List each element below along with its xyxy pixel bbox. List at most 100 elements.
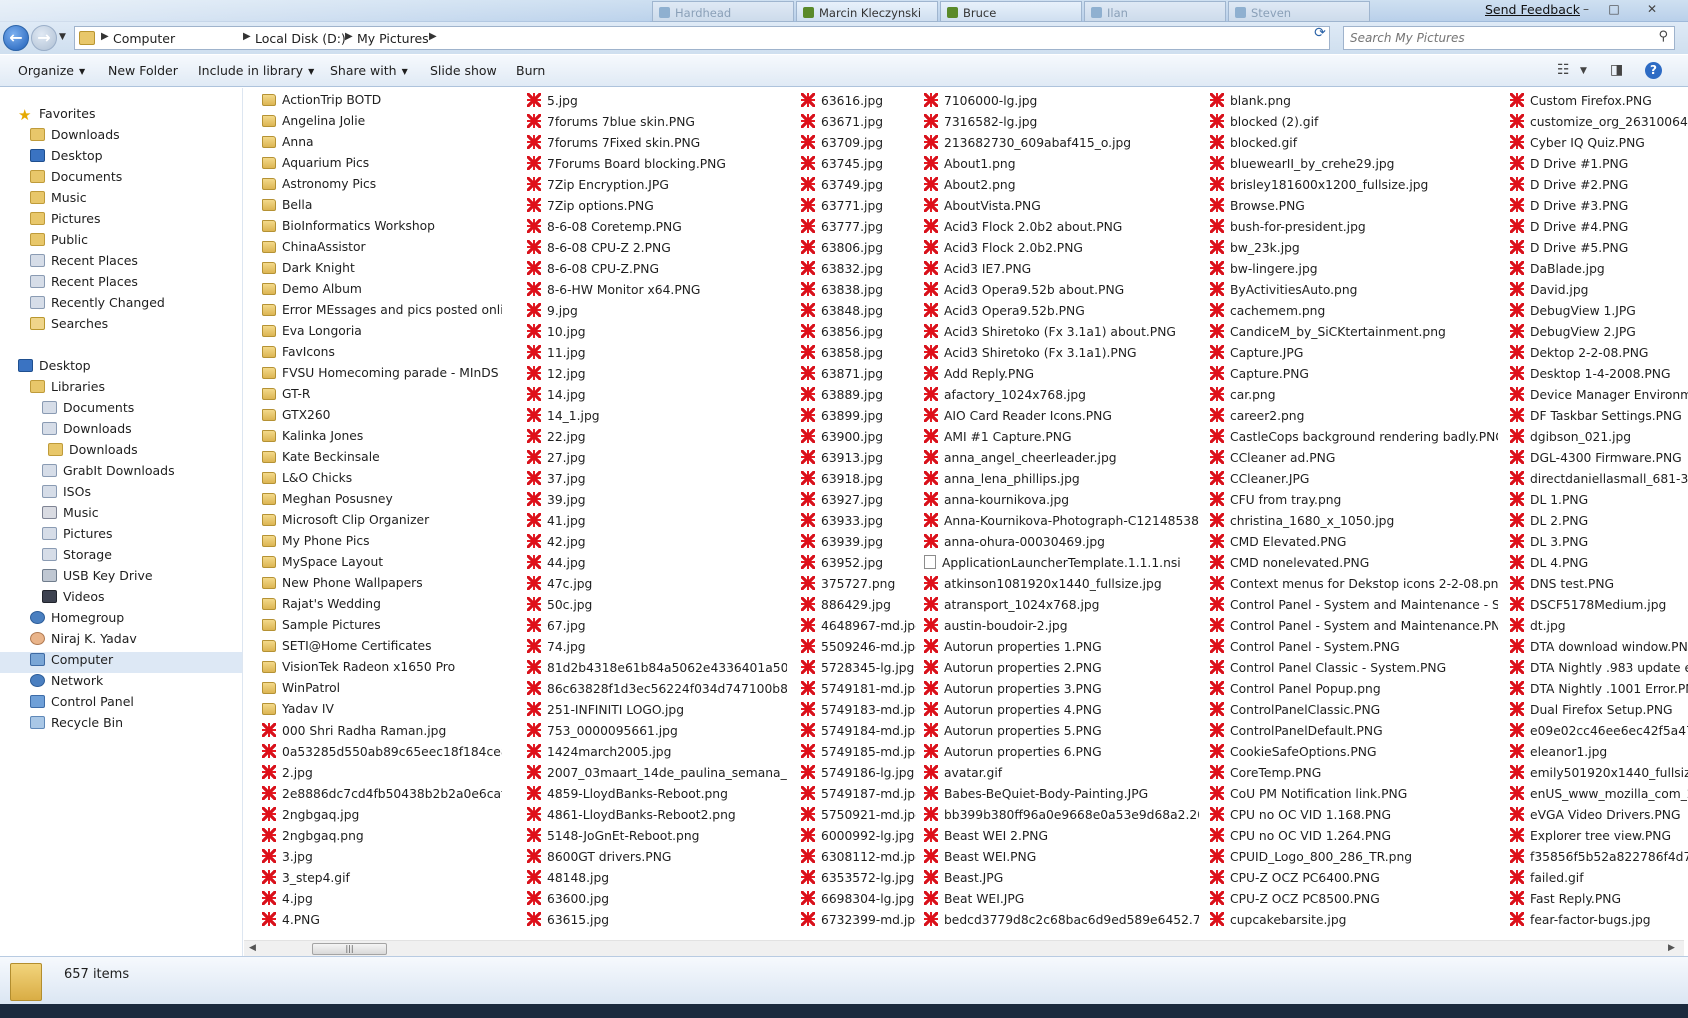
- nav-lib-grabit[interactable]: GrabIt Downloads: [42, 463, 175, 484]
- file-item[interactable]: bluewearII_by_crehe29.jpg: [1210, 156, 1498, 177]
- folder-item[interactable]: L&O Chicks: [262, 471, 502, 492]
- file-item[interactable]: Cyber IQ Quiz.PNG: [1510, 135, 1688, 156]
- file-item[interactable]: 7106000-lg.jpg: [924, 93, 1199, 114]
- nav-desktop[interactable]: Desktop: [18, 358, 91, 379]
- file-item[interactable]: 63952.jpg: [801, 555, 916, 576]
- file-item[interactable]: DSCF5178Medium.jpg: [1510, 597, 1688, 618]
- file-item[interactable]: D Drive #3.PNG: [1510, 198, 1688, 219]
- file-item[interactable]: bb399b380ff96a0e9668e0a53e9d68a2.20.jpg: [924, 807, 1199, 828]
- breadcrumb-local-disk[interactable]: Local Disk (D:): [255, 31, 346, 46]
- breadcrumb-separator-icon[interactable]: ▶: [243, 31, 251, 42]
- file-item[interactable]: About2.png: [924, 177, 1199, 198]
- nav-lib-pictures[interactable]: Pictures: [42, 526, 113, 547]
- file-item[interactable]: 63858.jpg: [801, 345, 916, 366]
- file-item[interactable]: DaBlade.jpg: [1510, 261, 1688, 282]
- file-item[interactable]: ApplicationLauncherTemplate.1.1.1.nsi: [924, 555, 1199, 576]
- file-item[interactable]: bw-lingere.jpg: [1210, 261, 1498, 282]
- file-item[interactable]: 6353572-lg.jpg: [801, 870, 916, 891]
- forward-button[interactable]: →: [31, 25, 57, 51]
- nav-user[interactable]: Niraj K. Yadav: [30, 631, 137, 652]
- file-item[interactable]: 4648967-md.jpg: [801, 618, 916, 639]
- nav-favorites-pictures[interactable]: Pictures: [30, 211, 101, 232]
- file-item[interactable]: D Drive #4.PNG: [1510, 219, 1688, 240]
- file-item[interactable]: 2e8886dc7cd4fb50438b2b2a0e6caff5.11.jpg: [262, 786, 502, 807]
- file-item[interactable]: DNS test.PNG: [1510, 576, 1688, 597]
- file-item[interactable]: CPU-Z OCZ PC6400.PNG: [1210, 870, 1498, 891]
- file-item[interactable]: DL 1.PNG: [1510, 492, 1688, 513]
- breadcrumb[interactable]: ▶ Computer ▶ Local Disk (D:) ▶ My Pictur…: [74, 26, 1370, 50]
- folder-item[interactable]: SETI@Home Certificates: [262, 639, 502, 660]
- file-item[interactable]: 67.jpg: [527, 618, 787, 639]
- file-item[interactable]: 753_0000095661.jpg: [527, 723, 787, 744]
- file-item[interactable]: Beast WEI 2.PNG: [924, 828, 1199, 849]
- folder-item[interactable]: Meghan Posusney: [262, 492, 502, 513]
- nav-lib-storage[interactable]: Storage: [42, 547, 112, 568]
- file-item[interactable]: 63600.jpg: [527, 891, 787, 912]
- file-item[interactable]: 39.jpg: [527, 492, 787, 513]
- file-item[interactable]: eVGA Video Drivers.PNG: [1510, 807, 1688, 828]
- nav-lib-documents[interactable]: Documents: [42, 400, 134, 421]
- file-item[interactable]: CPU-Z OCZ PC8500.PNG: [1210, 891, 1498, 912]
- file-item[interactable]: Control Panel - System and Maintenance -…: [1210, 597, 1498, 618]
- file-item[interactable]: afactory_1024x768.jpg: [924, 387, 1199, 408]
- views-dropdown-icon[interactable]: ▼: [1580, 66, 1587, 76]
- file-item[interactable]: cachemem.png: [1210, 303, 1498, 324]
- nav-control-panel[interactable]: Control Panel: [30, 694, 134, 715]
- folder-item[interactable]: ChinaAssistor: [262, 240, 502, 261]
- file-item[interactable]: 63900.jpg: [801, 429, 916, 450]
- file-item[interactable]: 63777.jpg: [801, 219, 916, 240]
- folder-item[interactable]: Anna: [262, 135, 502, 156]
- file-item[interactable]: 42.jpg: [527, 534, 787, 555]
- file-item[interactable]: CCleaner.JPG: [1210, 471, 1498, 492]
- file-item[interactable]: ByActivitiesAuto.png: [1210, 282, 1498, 303]
- file-item[interactable]: Acid3 Opera9.52b.PNG: [924, 303, 1199, 324]
- file-item[interactable]: 50c.jpg: [527, 597, 787, 618]
- nav-lib-videos[interactable]: Videos: [42, 589, 105, 610]
- file-item[interactable]: 27.jpg: [527, 450, 787, 471]
- file-item[interactable]: DF Taskbar Settings.PNG: [1510, 408, 1688, 429]
- file-item[interactable]: 213682730_609abaf415_o.jpg: [924, 135, 1199, 156]
- include-in-library-button[interactable]: Include in library ▼: [198, 63, 314, 78]
- file-item[interactable]: Explorer tree view.PNG: [1510, 828, 1688, 849]
- file-item[interactable]: Beast WEI.PNG: [924, 849, 1199, 870]
- nav-lib-isos[interactable]: ISOs: [42, 484, 91, 505]
- file-item[interactable]: cupcakebarsite.jpg: [1210, 912, 1498, 933]
- maximize-button[interactable]: □: [1602, 1, 1626, 18]
- file-item[interactable]: 44.jpg: [527, 555, 787, 576]
- file-item[interactable]: DebugView 2.JPG: [1510, 324, 1688, 345]
- file-item[interactable]: CPU no OC VID 1.168.PNG: [1210, 807, 1498, 828]
- file-item[interactable]: dt.jpg: [1510, 618, 1688, 639]
- file-item[interactable]: DL 2.PNG: [1510, 513, 1688, 534]
- file-item[interactable]: CPUID_Logo_800_286_TR.png: [1210, 849, 1498, 870]
- file-item[interactable]: blank.png: [1210, 93, 1498, 114]
- file-item[interactable]: AMI #1 Capture.PNG: [924, 429, 1199, 450]
- file-item[interactable]: 5148-JoGnEt-Reboot.png: [527, 828, 787, 849]
- file-item[interactable]: Dektop 2-2-08.PNG: [1510, 345, 1688, 366]
- folder-item[interactable]: WinPatrol: [262, 681, 502, 702]
- nav-favorites-public[interactable]: Public: [30, 232, 88, 253]
- file-item[interactable]: 63671.jpg: [801, 114, 916, 135]
- folder-item[interactable]: New Phone Wallpapers: [262, 576, 502, 597]
- file-item[interactable]: DebugView 1.JPG: [1510, 303, 1688, 324]
- file-item[interactable]: 63838.jpg: [801, 282, 916, 303]
- file-item[interactable]: 5.jpg: [527, 93, 787, 114]
- file-item[interactable]: Beast.JPG: [924, 870, 1199, 891]
- taskbar-tab-marcin[interactable]: Marcin Kleczynski: [796, 1, 938, 22]
- folder-item[interactable]: Microsoft Clip Organizer: [262, 513, 502, 534]
- file-item[interactable]: atkinson1081920x1440_fullsize.jpg: [924, 576, 1199, 597]
- file-item[interactable]: Acid3 Flock 2.0b2 about.PNG: [924, 219, 1199, 240]
- file-item[interactable]: austin-boudoir-2.jpg: [924, 618, 1199, 639]
- folder-item[interactable]: Demo Album: [262, 282, 502, 303]
- scroll-left-arrow-icon[interactable]: ◀: [249, 943, 256, 953]
- folder-item[interactable]: Aquarium Pics: [262, 156, 502, 177]
- file-item[interactable]: 5749183-md.jpg: [801, 702, 916, 723]
- file-item[interactable]: Acid3 Flock 2.0b2.PNG: [924, 240, 1199, 261]
- file-item[interactable]: 2007_03maart_14de_paulina_semana_001.jpg: [527, 765, 787, 786]
- file-item[interactable]: 63771.jpg: [801, 198, 916, 219]
- breadcrumb-separator-icon[interactable]: ▶: [429, 31, 437, 42]
- file-item[interactable]: 63899.jpg: [801, 408, 916, 429]
- file-item[interactable]: f35856f5b52a822786f4d714a3: [1510, 849, 1688, 870]
- file-item[interactable]: DTA Nightly .1001 Error.PNG: [1510, 681, 1688, 702]
- file-item[interactable]: 81d2b4318e61b84a5062e4336401a509.24.jpg: [527, 660, 787, 681]
- file-item[interactable]: 63871.jpg: [801, 366, 916, 387]
